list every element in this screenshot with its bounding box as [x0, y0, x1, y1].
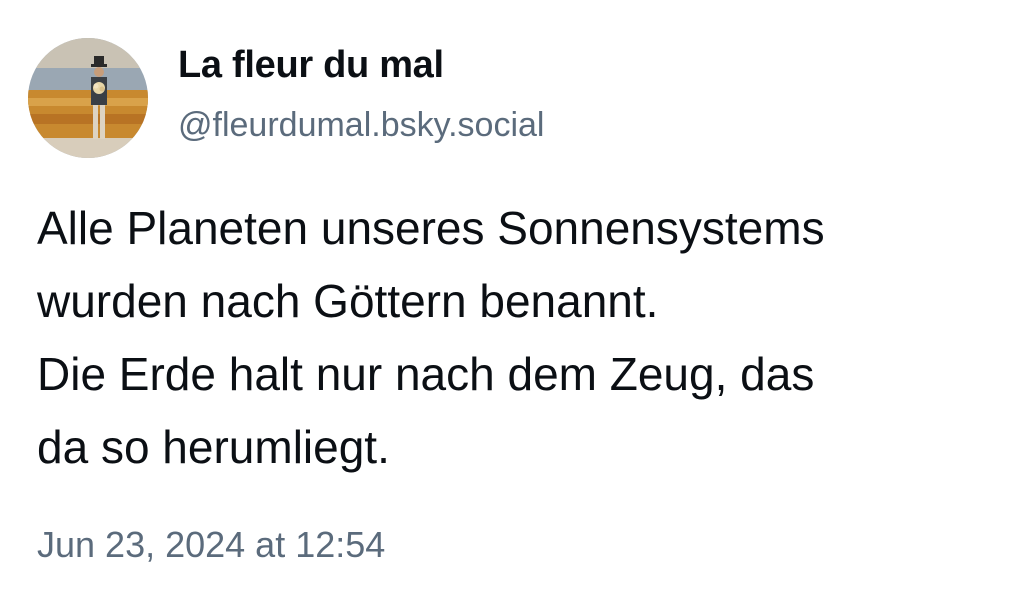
avatar[interactable]: [28, 38, 148, 158]
post-timestamp[interactable]: Jun 23, 2024 at 12:54: [37, 524, 385, 566]
post-text-line: da so herumliegt.: [37, 421, 390, 473]
author-handle[interactable]: @fleurdumal.bsky.social: [178, 106, 544, 145]
post-text-line: Die Erde halt nur nach dem Zeug, das: [37, 348, 815, 400]
post-text-line: wurden nach Göttern benannt.: [37, 275, 659, 327]
author-display-name[interactable]: La fleur du mal: [178, 44, 444, 87]
avatar-photo-image: [28, 38, 148, 158]
post-card: La fleur du mal @fleurdumal.bsky.social …: [0, 0, 1024, 602]
post-text-line: Alle Planeten unseres Sonnensystems: [37, 202, 825, 254]
post-text: Alle Planeten unseres Sonnensystems wurd…: [37, 192, 997, 484]
